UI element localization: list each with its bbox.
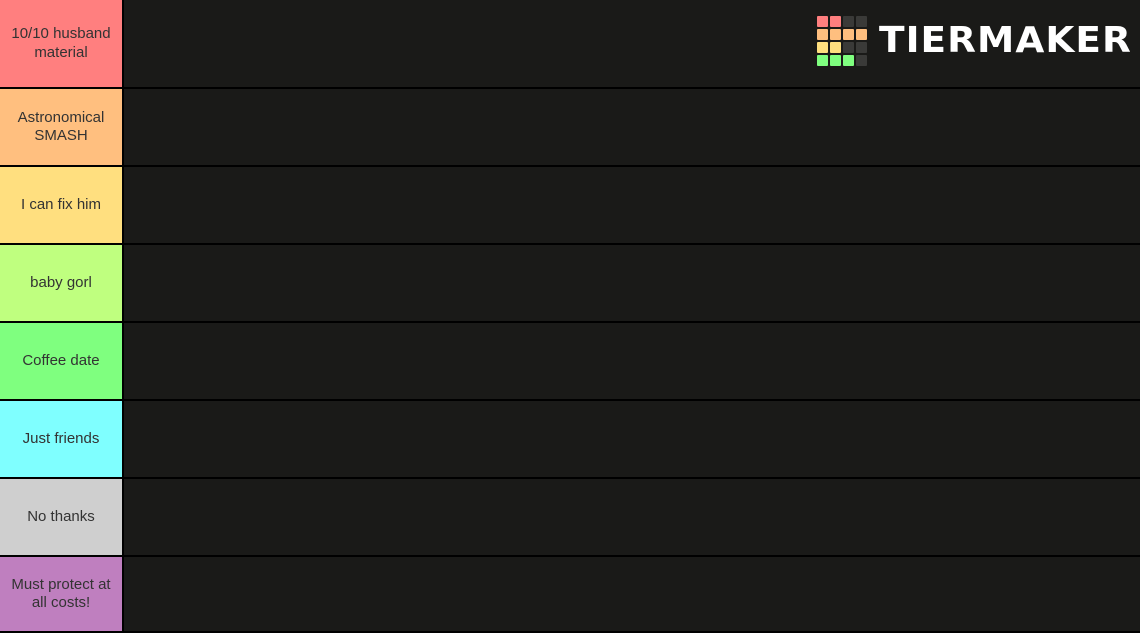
tier-row: Astronomical SMASH: [0, 89, 1140, 167]
tier-row: Just friends: [0, 401, 1140, 479]
tier-row: Coffee date: [0, 323, 1140, 401]
tier-row: 10/10 husband material: [0, 0, 1140, 89]
tier-label[interactable]: baby gorl: [0, 245, 124, 321]
tier-dropzone[interactable]: [124, 401, 1140, 477]
tier-dropzone[interactable]: [124, 0, 1140, 87]
tier-dropzone[interactable]: [124, 245, 1140, 321]
tier-list: 10/10 husband material Astronomical SMASH…: [0, 0, 1140, 633]
tier-row: I can fix him: [0, 167, 1140, 245]
tier-row: No thanks: [0, 479, 1140, 557]
tier-dropzone[interactable]: [124, 89, 1140, 165]
tier-label[interactable]: Must protect at all costs!: [0, 557, 124, 631]
tier-label[interactable]: Coffee date: [0, 323, 124, 399]
tier-label[interactable]: No thanks: [0, 479, 124, 555]
tier-label[interactable]: Just friends: [0, 401, 124, 477]
tier-dropzone[interactable]: [124, 557, 1140, 631]
tier-label[interactable]: Astronomical SMASH: [0, 89, 124, 165]
tier-row: baby gorl: [0, 245, 1140, 323]
tier-dropzone[interactable]: [124, 479, 1140, 555]
tier-row: Must protect at all costs!: [0, 557, 1140, 633]
tier-dropzone[interactable]: [124, 323, 1140, 399]
tier-dropzone[interactable]: [124, 167, 1140, 243]
tier-label[interactable]: 10/10 husband material: [0, 0, 124, 87]
tier-label[interactable]: I can fix him: [0, 167, 124, 243]
